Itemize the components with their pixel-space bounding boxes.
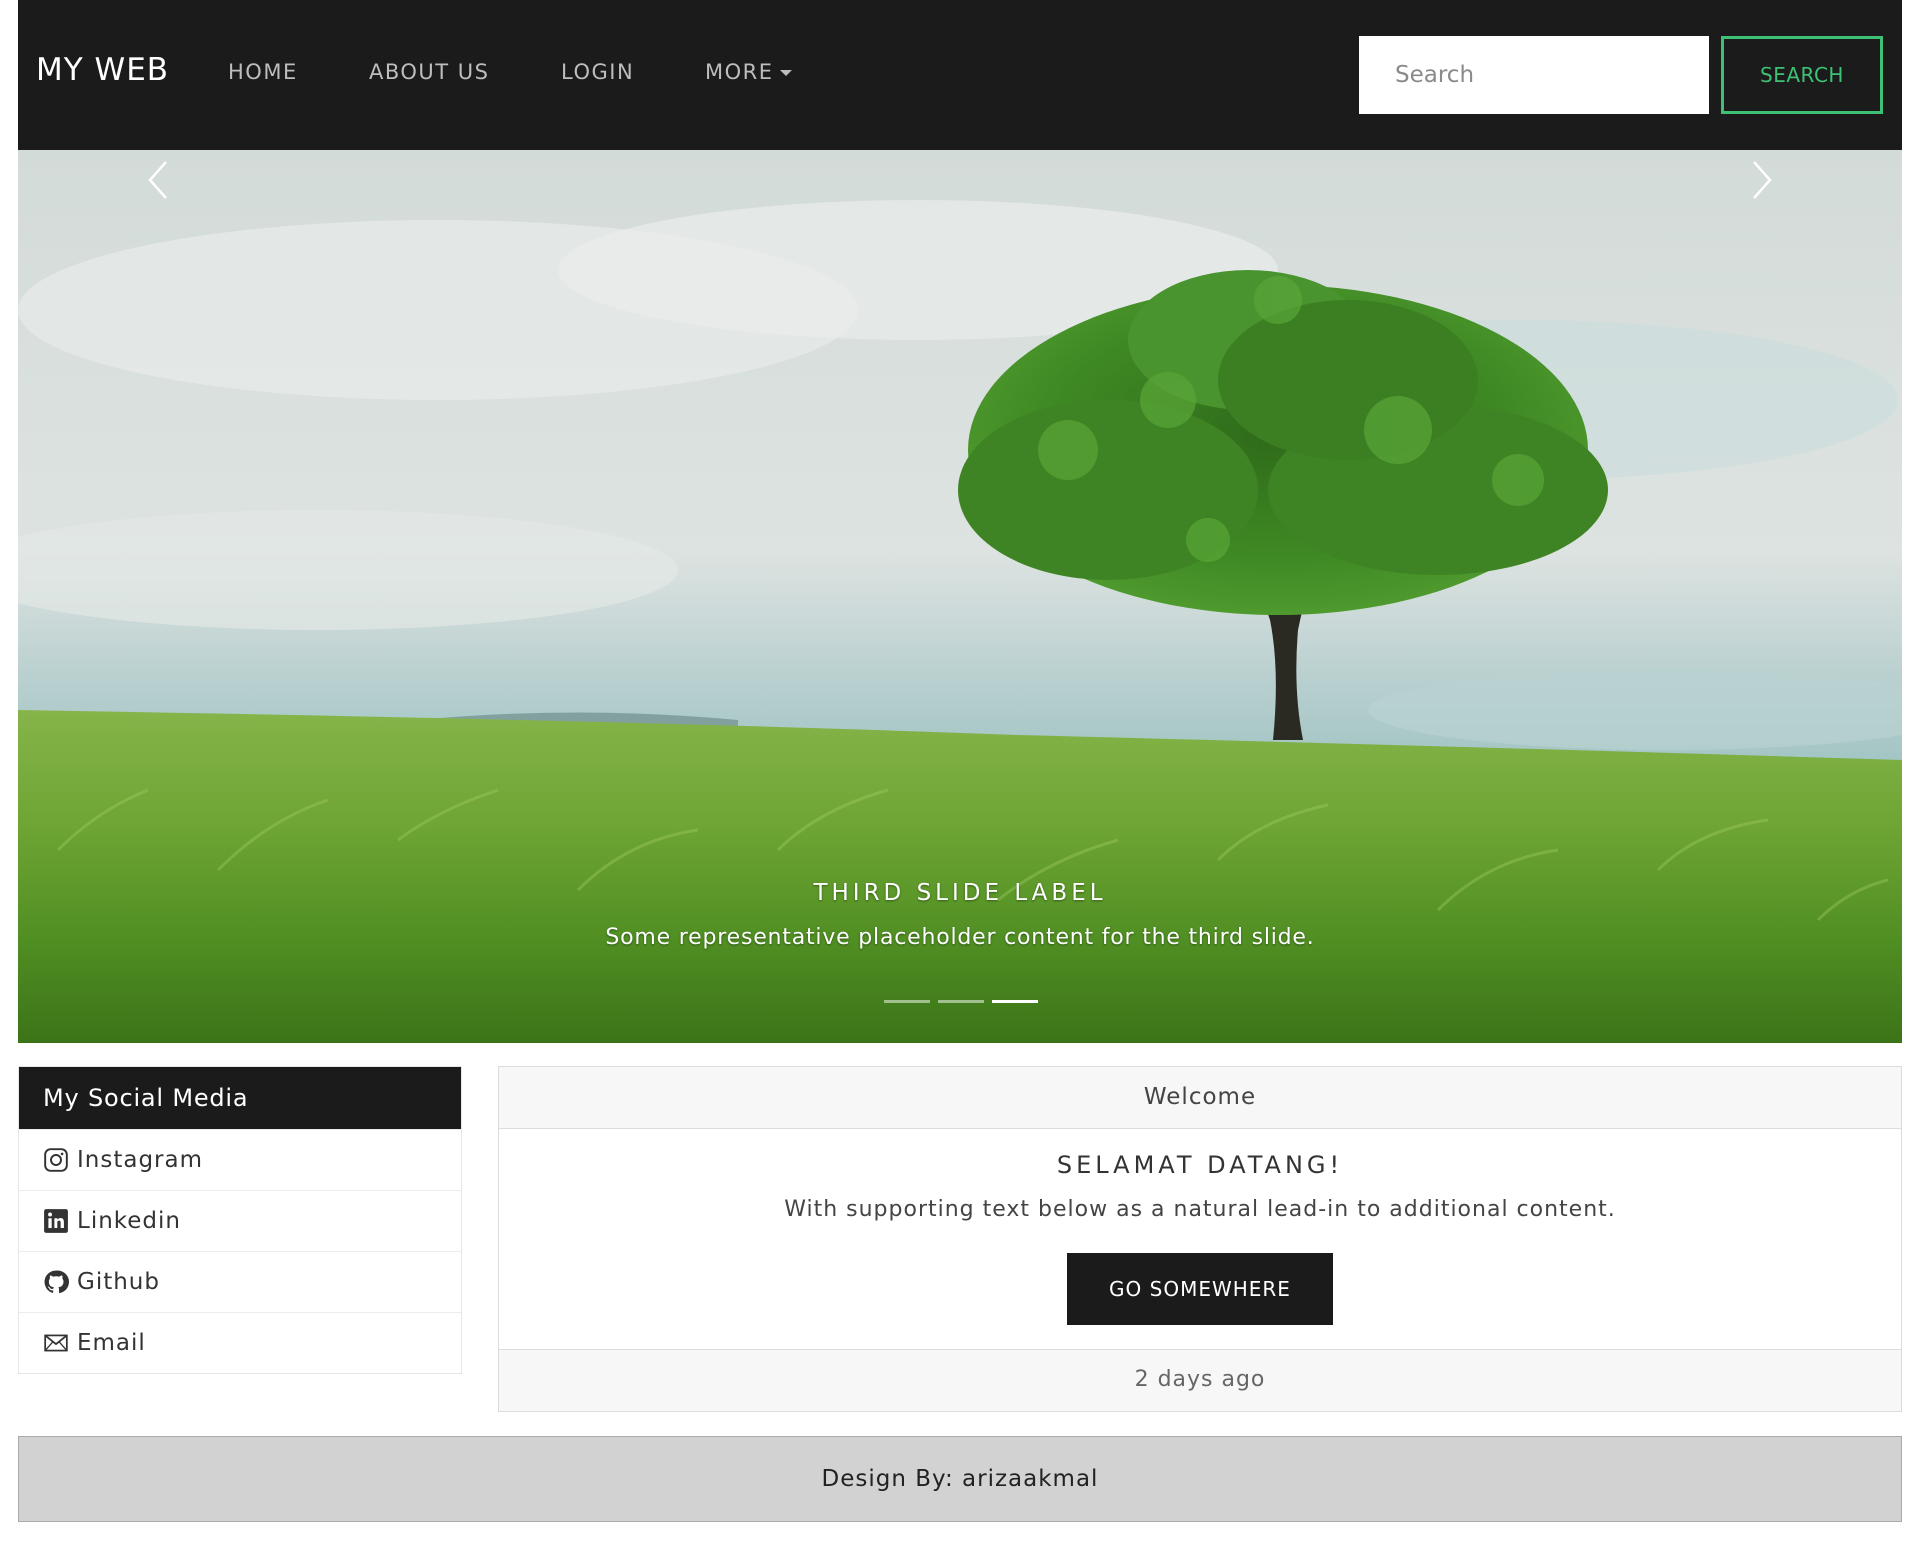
caret-down-icon bbox=[779, 70, 792, 76]
nav-item-more-dropdown[interactable]: MORE bbox=[705, 60, 792, 84]
carousel-indicator-3[interactable] bbox=[992, 1000, 1038, 1003]
carousel-indicator-2[interactable] bbox=[938, 1000, 984, 1003]
social-item-label: Github bbox=[77, 1269, 160, 1295]
social-media-list: My Social Media Instagram Linkedin Githu… bbox=[18, 1066, 462, 1374]
social-item-label: Instagram bbox=[77, 1147, 204, 1173]
social-item-instagram[interactable]: Instagram bbox=[19, 1129, 461, 1190]
social-item-github[interactable]: Github bbox=[19, 1251, 461, 1312]
welcome-card: Welcome SELAMAT DATANG! With supporting … bbox=[498, 1066, 1902, 1412]
navbar: MY WEB HOME ABOUT US LOGIN MORE SEARCH bbox=[18, 0, 1902, 150]
linkedin-icon bbox=[44, 1209, 68, 1233]
slide-caption-text: Some representative placeholder content … bbox=[605, 925, 1315, 950]
carousel-next-icon[interactable] bbox=[1730, 150, 1790, 210]
carousel-prev-icon[interactable] bbox=[130, 150, 190, 210]
card-text: With supporting text below as a natural … bbox=[784, 1197, 1616, 1222]
card-title: SELAMAT DATANG! bbox=[1056, 1151, 1344, 1179]
search-input[interactable] bbox=[1359, 36, 1709, 114]
slide-image-tree-field bbox=[18, 150, 1902, 1043]
slide-caption-title: THIRD SLIDE LABEL bbox=[813, 880, 1107, 906]
card-footer-timestamp: 2 days ago bbox=[499, 1349, 1901, 1411]
nav-item-more-label: MORE bbox=[705, 60, 774, 84]
card-header: Welcome bbox=[499, 1067, 1901, 1129]
social-media-header: My Social Media bbox=[19, 1067, 461, 1129]
nav-item-home[interactable]: HOME bbox=[228, 60, 298, 84]
social-item-label: Email bbox=[77, 1330, 146, 1356]
social-item-email[interactable]: Email bbox=[19, 1312, 461, 1373]
carousel-indicator-1[interactable] bbox=[884, 1000, 930, 1003]
go-somewhere-button[interactable]: GO SOMEWHERE bbox=[1067, 1253, 1333, 1325]
github-icon bbox=[44, 1270, 69, 1294]
nav-item-about-us[interactable]: ABOUT US bbox=[369, 60, 490, 84]
hero-carousel: THIRD SLIDE LABEL Some representative pl… bbox=[18, 150, 1902, 1043]
search-button[interactable]: SEARCH bbox=[1721, 36, 1883, 114]
social-item-label: Linkedin bbox=[77, 1208, 181, 1234]
social-item-linkedin[interactable]: Linkedin bbox=[19, 1190, 461, 1251]
nav-item-login[interactable]: LOGIN bbox=[561, 60, 634, 84]
email-icon bbox=[44, 1334, 68, 1352]
instagram-icon bbox=[44, 1148, 68, 1172]
page-footer: Design By: arizaakmal bbox=[18, 1436, 1902, 1522]
brand-logo[interactable]: MY WEB bbox=[36, 52, 169, 88]
